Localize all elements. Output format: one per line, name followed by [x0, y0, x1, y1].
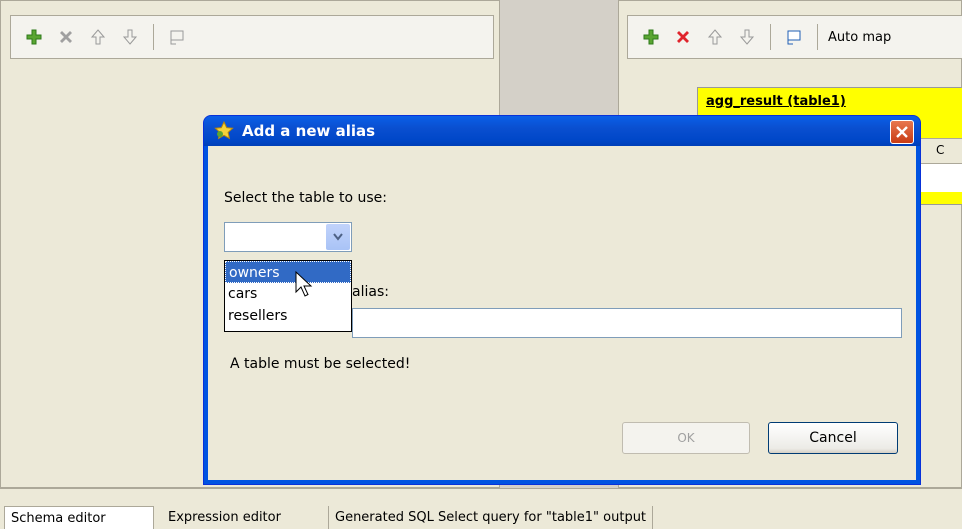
table-dropdown-list: owners cars resellers [224, 260, 352, 332]
tab-generated-sql-label: Generated SQL Select query for "table1" … [335, 510, 647, 525]
remove-icon[interactable] [670, 24, 696, 50]
alias-input[interactable] [352, 308, 902, 338]
cancel-button[interactable]: Cancel [768, 422, 898, 454]
column-header[interactable]: C [936, 143, 944, 157]
right-toolbar: Auto map [627, 15, 962, 59]
option-resellers[interactable]: resellers [225, 305, 351, 327]
tab-schema-editor[interactable]: Schema editor [4, 506, 154, 529]
tab-generated-sql[interactable]: Generated SQL Select query for "table1" … [328, 506, 654, 529]
move-down-icon[interactable] [117, 24, 143, 50]
left-toolbar [10, 15, 494, 59]
dialog-body: Select the table to use: owners cars res… [208, 146, 916, 480]
toolbar-separator [770, 24, 771, 50]
dialog-titlebar: Add a new alias [204, 116, 920, 146]
copy-icon[interactable] [164, 24, 190, 50]
toolbar-separator [817, 24, 818, 50]
option-owners[interactable]: owners [225, 261, 351, 283]
close-icon [896, 126, 908, 138]
move-up-icon[interactable] [702, 24, 728, 50]
option-cars[interactable]: cars [225, 283, 351, 305]
close-button[interactable] [890, 120, 914, 144]
move-down-icon[interactable] [734, 24, 760, 50]
tab-schema-editor-label: Schema editor [11, 510, 106, 526]
output-table-title[interactable]: agg_result (table1) [698, 88, 962, 115]
chevron-down-icon[interactable] [326, 224, 350, 250]
tab-expression-editor[interactable]: Expression editor [162, 506, 287, 529]
toolbar-separator [153, 24, 154, 50]
add-icon[interactable] [21, 24, 47, 50]
copy-icon[interactable] [781, 24, 807, 50]
auto-map-button[interactable]: Auto map [828, 30, 891, 45]
select-table-label: Select the table to use: [224, 190, 387, 206]
move-up-icon[interactable] [85, 24, 111, 50]
dialog-star-icon [214, 121, 234, 141]
table-select[interactable] [224, 222, 352, 252]
add-alias-dialog: Add a new alias Select the table to use:… [204, 116, 920, 484]
remove-icon[interactable] [53, 24, 79, 50]
error-message: A table must be selected! [230, 356, 411, 372]
ok-button[interactable]: OK [622, 422, 750, 454]
add-icon[interactable] [638, 24, 664, 50]
alias-label: alias: [352, 284, 389, 300]
mouse-cursor-icon [294, 270, 316, 303]
tab-expression-editor-label: Expression editor [168, 510, 281, 525]
dialog-title: Add a new alias [242, 122, 376, 140]
